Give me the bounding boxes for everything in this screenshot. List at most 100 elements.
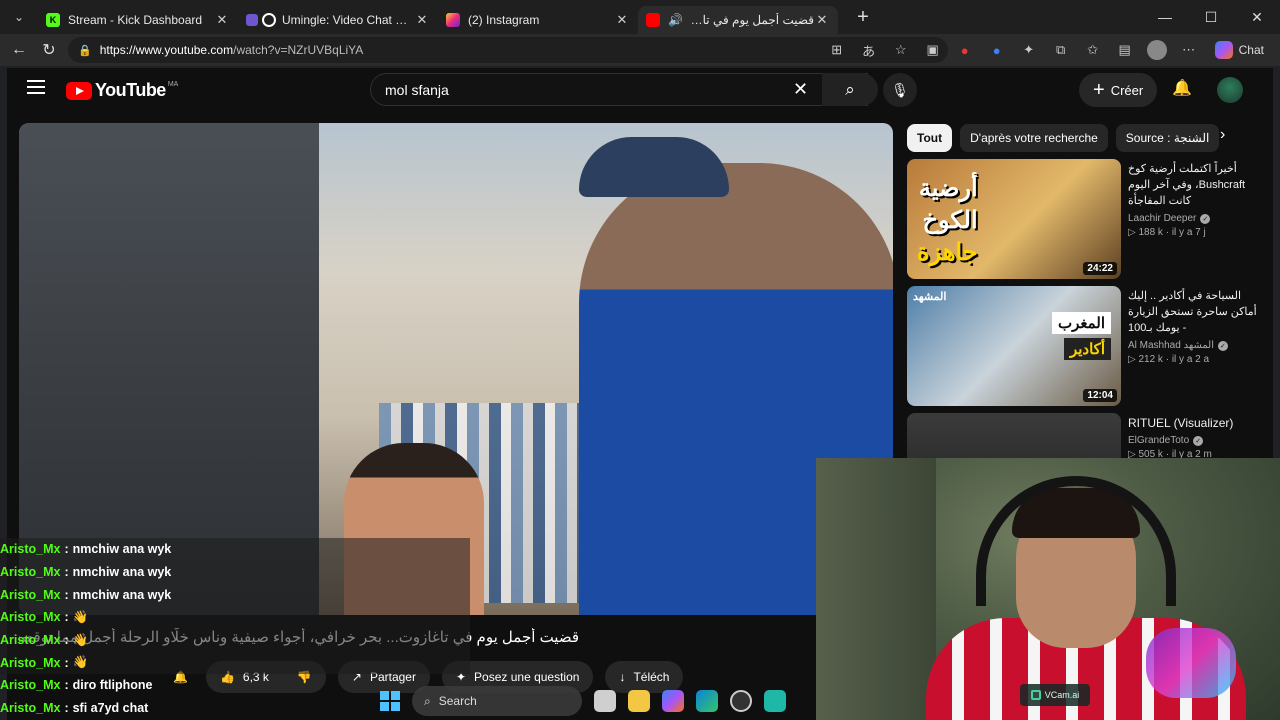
video-title[interactable]: أخيراً اكتملت أرضية كوخ Bushcraft، وفي آ… [1128, 161, 1258, 209]
minimize-icon[interactable]: — [1142, 0, 1188, 34]
chevron-right-icon[interactable]: › [1220, 126, 1225, 144]
video-duration: 12:04 [1083, 389, 1117, 402]
voice-search-icon[interactable]: 🎙 [883, 73, 917, 107]
chip-all[interactable]: Tout [907, 124, 953, 152]
youtube-logo[interactable]: YouTube MA [66, 80, 178, 101]
chip-related[interactable]: D'après votre recherche [960, 124, 1108, 152]
chat-text: nmchiw ana wyk [72, 542, 172, 557]
chat-text: nmchiw ana wyk [72, 565, 172, 580]
channel-name[interactable]: ElGrandeToto ✓ [1128, 435, 1258, 446]
video-thumbnail[interactable]: المشهد المغرب أكادير 12:04 [907, 286, 1121, 406]
star-icon[interactable]: ☆ [887, 36, 915, 64]
copilot-chat-button[interactable]: Chat [1207, 41, 1272, 59]
chip-source[interactable]: Source : الشنجة [1115, 124, 1220, 152]
close-tab-icon[interactable]: ✕ [814, 12, 830, 28]
chat-message: Aristo_Mx: nmchiw ana wyk [0, 560, 470, 584]
channel-name[interactable]: Laachir Deeper ✓ [1128, 213, 1258, 224]
tab-kick[interactable]: K Stream - Kick Dashboard ✕ [38, 6, 238, 34]
reload-icon[interactable]: ↻ [34, 35, 64, 65]
vcam-app-icon[interactable] [764, 690, 786, 712]
chat-text: 👋 [72, 655, 89, 670]
windows-start-icon[interactable] [380, 691, 400, 711]
tab-youtube[interactable]: 🔊 قضيت أجمل يوم في تاغازو ✕ [638, 6, 838, 34]
instagram-icon [446, 13, 460, 27]
video-info: RITUEL (Visualizer) ElGrandeToto ✓ ▷ 505 … [1128, 415, 1258, 460]
channel-label: ElGrandeToto [1128, 435, 1190, 446]
tab-title: Stream - Kick Dashboard [68, 13, 203, 27]
vcam-icon [1030, 690, 1041, 700]
recommended-video[interactable]: المشهد المغرب أكادير 12:04 السياحة في أك… [907, 286, 1267, 408]
chat-text: nmchiw ana wyk [72, 587, 172, 602]
chat-username: Aristo_Mx [0, 678, 61, 693]
collections-icon[interactable]: ▤ [1111, 36, 1139, 64]
new-tab-icon[interactable]: + [846, 6, 880, 29]
tab-actions-menu-icon[interactable]: ⌄ [0, 0, 38, 34]
translate-icon[interactable]: あ [855, 36, 883, 64]
video-info: السياحة في أكادير .. إليك أماكن ساحرة تس… [1128, 288, 1258, 365]
kick-icon: K [46, 13, 60, 27]
video-frame-cap [579, 137, 729, 197]
close-tab-icon[interactable]: ✕ [614, 12, 630, 28]
video-meta: ▷ 188 k · il y a 7 j [1128, 227, 1206, 238]
vcam-badge: VCam.ai [1020, 684, 1090, 706]
filter-chips: Tout D'après votre recherche Source : ال… [907, 124, 1220, 152]
close-window-icon[interactable]: ✕ [1234, 0, 1280, 34]
search-button[interactable]: ⌕ [822, 73, 878, 106]
extension-blue-icon[interactable]: ● [983, 36, 1011, 64]
profile-icon[interactable] [1143, 36, 1171, 64]
windows-taskbar: ⌕ Search [380, 682, 786, 720]
chat-username: Aristo_Mx [0, 565, 61, 580]
split-screen-icon[interactable]: ⧉ [1047, 36, 1075, 64]
close-tab-icon[interactable]: ✕ [414, 12, 430, 28]
taskbar-search[interactable]: ⌕ Search [412, 686, 582, 716]
video-title[interactable]: RITUEL (Visualizer) [1128, 415, 1258, 431]
address-bar[interactable]: 🔒 https://www.youtube.com/watch?v=NZrUVB… [68, 37, 948, 63]
task-view-icon[interactable] [594, 690, 616, 712]
tab-instagram[interactable]: (2) Instagram ✕ [438, 6, 638, 34]
verified-icon: ✓ [1217, 340, 1228, 351]
circle-icon [262, 13, 276, 27]
puzzle-icon[interactable]: ✦ [1015, 36, 1043, 64]
chat-message: Aristo_Mx: 👋 [0, 606, 470, 629]
obs-icon[interactable] [730, 690, 752, 712]
thumbnail-line: الكوخ [922, 207, 978, 234]
more-icon[interactable]: ⋯ [1175, 36, 1203, 64]
favorites-icon[interactable]: ✩ [1079, 36, 1107, 64]
extension-red-icon[interactable]: ● [951, 36, 979, 64]
taskbar-search-label: Search [438, 694, 477, 708]
menu-icon[interactable] [27, 80, 45, 94]
back-icon[interactable]: ← [4, 35, 34, 65]
country-code: MA [167, 81, 179, 88]
channel-name[interactable]: Al Mashhad المشهد ✓ [1128, 340, 1258, 351]
thumbnail-text: المغرب [1051, 312, 1111, 334]
plus-icon: + [1093, 78, 1105, 101]
create-button[interactable]: + Créer [1079, 73, 1158, 107]
clear-search-icon[interactable]: ✕ [793, 79, 808, 100]
edge-icon[interactable] [696, 690, 718, 712]
window-controls: — ☐ ✕ [1142, 0, 1280, 34]
apps-icon[interactable]: ⊞ [823, 36, 851, 64]
search-icon: ⌕ [424, 693, 431, 708]
notifications-icon[interactable]: 🔔 [1172, 78, 1192, 98]
video-thumbnail[interactable]: أرضية الكوخ جاهزة 24:22 [907, 159, 1121, 279]
chat-text: diro ftliphone [72, 678, 153, 693]
youtube-icon [646, 13, 660, 27]
file-explorer-icon[interactable] [628, 690, 650, 712]
chat-username: Aristo_Mx [0, 655, 61, 670]
chat-label: Chat [1238, 43, 1264, 57]
tab-umingle[interactable]: Umingle: Video Chat with Stra ✕ [238, 6, 438, 34]
extension-icon[interactable]: ▣ [919, 36, 947, 64]
video-title[interactable]: السياحة في أكادير .. إليك أماكن ساحرة تس… [1128, 288, 1258, 336]
maximize-icon[interactable]: ☐ [1188, 0, 1234, 34]
thumbnail-text: أرضية الكوخ جاهزة [917, 173, 978, 269]
chat-text: 👋 [72, 632, 89, 647]
speaker-icon[interactable]: 🔊 [668, 13, 683, 27]
close-tab-icon[interactable]: ✕ [214, 12, 230, 28]
copilot-icon[interactable] [662, 690, 684, 712]
recommended-video[interactable]: أرضية الكوخ جاهزة 24:22 أخيراً اكتملت أر… [907, 159, 1267, 281]
lock-icon[interactable]: 🔒 [78, 44, 92, 57]
chat-message: Aristo_Mx: nmchiw ana wyk [0, 538, 470, 561]
channel-label: Laachir Deeper [1128, 213, 1197, 224]
search-icon: ⌕ [845, 79, 855, 99]
avatar[interactable] [1217, 77, 1243, 103]
